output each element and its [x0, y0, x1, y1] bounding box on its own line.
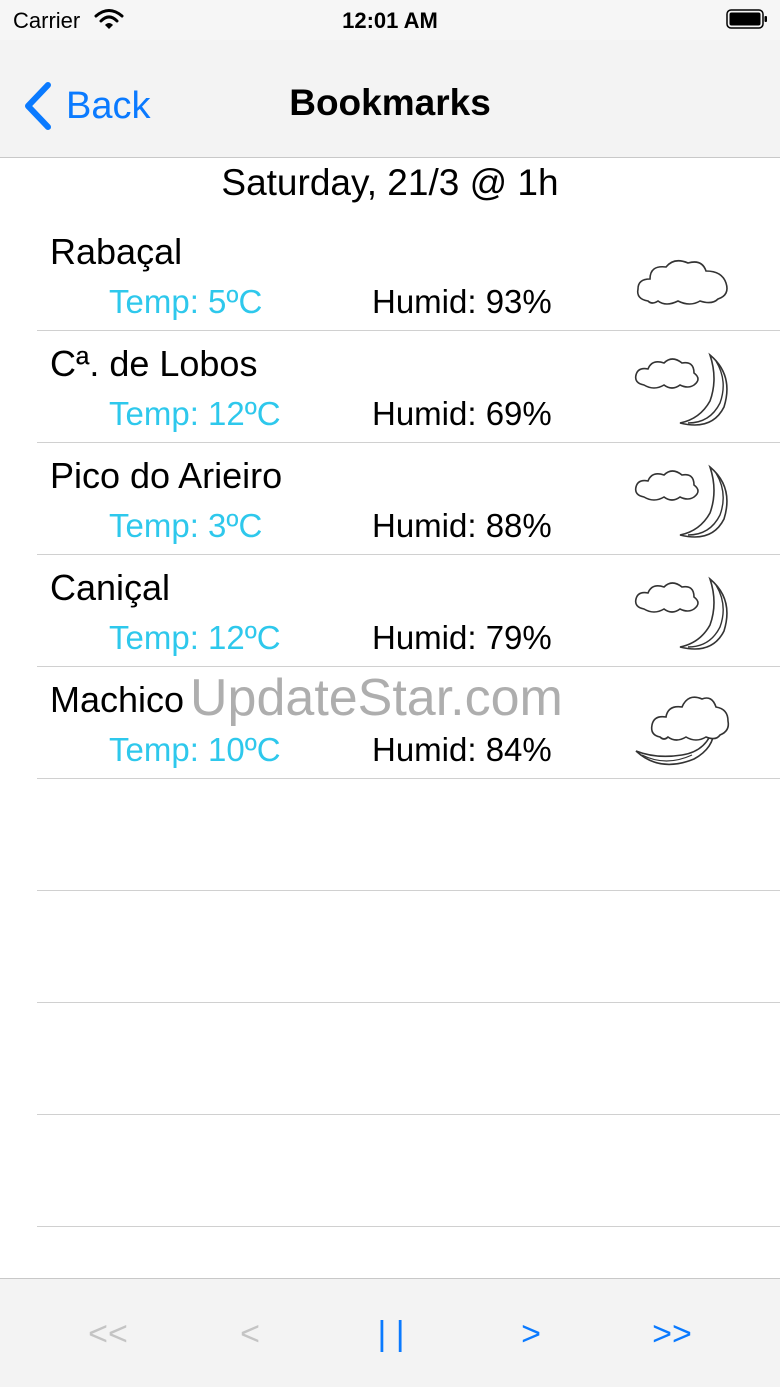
next-button[interactable]: > — [491, 1315, 571, 1354]
station-name: Machico — [50, 679, 185, 720]
station-name: Pico do Arieiro — [50, 455, 283, 496]
station-name: Cª. de Lobos — [50, 343, 258, 384]
list-item[interactable]: Machico Temp: 10ºC Humid: 84% — [0, 667, 780, 779]
humidity-value: Humid: 84% — [372, 731, 552, 768]
date-header: Saturday, 21/3 @ 1h — [221, 162, 559, 203]
list-item[interactable]: Rabaçal Temp: 5ºC Humid: 93% — [0, 219, 780, 331]
page-title: Bookmarks — [289, 82, 491, 123]
humidity-value: Humid: 79% — [372, 619, 552, 656]
cloud-icon — [636, 259, 728, 305]
temperature-value: Temp: 3ºC — [109, 507, 263, 544]
humidity-value: Humid: 69% — [372, 395, 552, 432]
list-item[interactable]: Cª. de Lobos Temp: 12ºC Humid: 69% — [0, 331, 780, 443]
status-bar: Carrier 12:01 AM — [0, 0, 780, 40]
list-item[interactable]: Caniçal Temp: 12ºC Humid: 79% — [0, 555, 780, 667]
navigation-bar: Back Bookmarks — [0, 40, 780, 158]
list-item[interactable]: Pico do Arieiro Temp: 3ºC Humid: 88% — [0, 443, 780, 555]
bookmark-list: Rabaçal Temp: 5ºC Humid: 93% Cª. de Lobo… — [0, 219, 780, 1227]
humidity-value: Humid: 93% — [372, 283, 552, 320]
temperature-value: Temp: 10ºC — [109, 731, 281, 768]
empty-list-item — [0, 1115, 780, 1227]
previous-button[interactable]: < — [210, 1315, 290, 1354]
pause-button[interactable]: | | — [351, 1315, 431, 1354]
first-button[interactable]: << — [68, 1315, 148, 1354]
battery-icon — [726, 9, 767, 29]
temperature-value: Temp: 5ºC — [109, 283, 263, 320]
bottom-toolbar: << < | | > >> — [0, 1278, 780, 1387]
station-name: Rabaçal — [50, 231, 183, 272]
moon-cloud-icon — [635, 696, 730, 766]
empty-list-item — [0, 779, 780, 891]
temperature-value: Temp: 12ºC — [109, 619, 281, 656]
cloud-moon-icon — [634, 352, 728, 426]
empty-list-item — [0, 891, 780, 1003]
cloud-moon-icon — [634, 576, 728, 650]
temperature-value: Temp: 12ºC — [109, 395, 281, 432]
status-time: 12:01 AM — [342, 8, 438, 33]
last-button[interactable]: >> — [632, 1315, 712, 1354]
humidity-value: Humid: 88% — [372, 507, 552, 544]
empty-list-item — [0, 1003, 780, 1115]
station-name: Caniçal — [50, 567, 171, 608]
cloud-moon-icon — [634, 464, 728, 538]
